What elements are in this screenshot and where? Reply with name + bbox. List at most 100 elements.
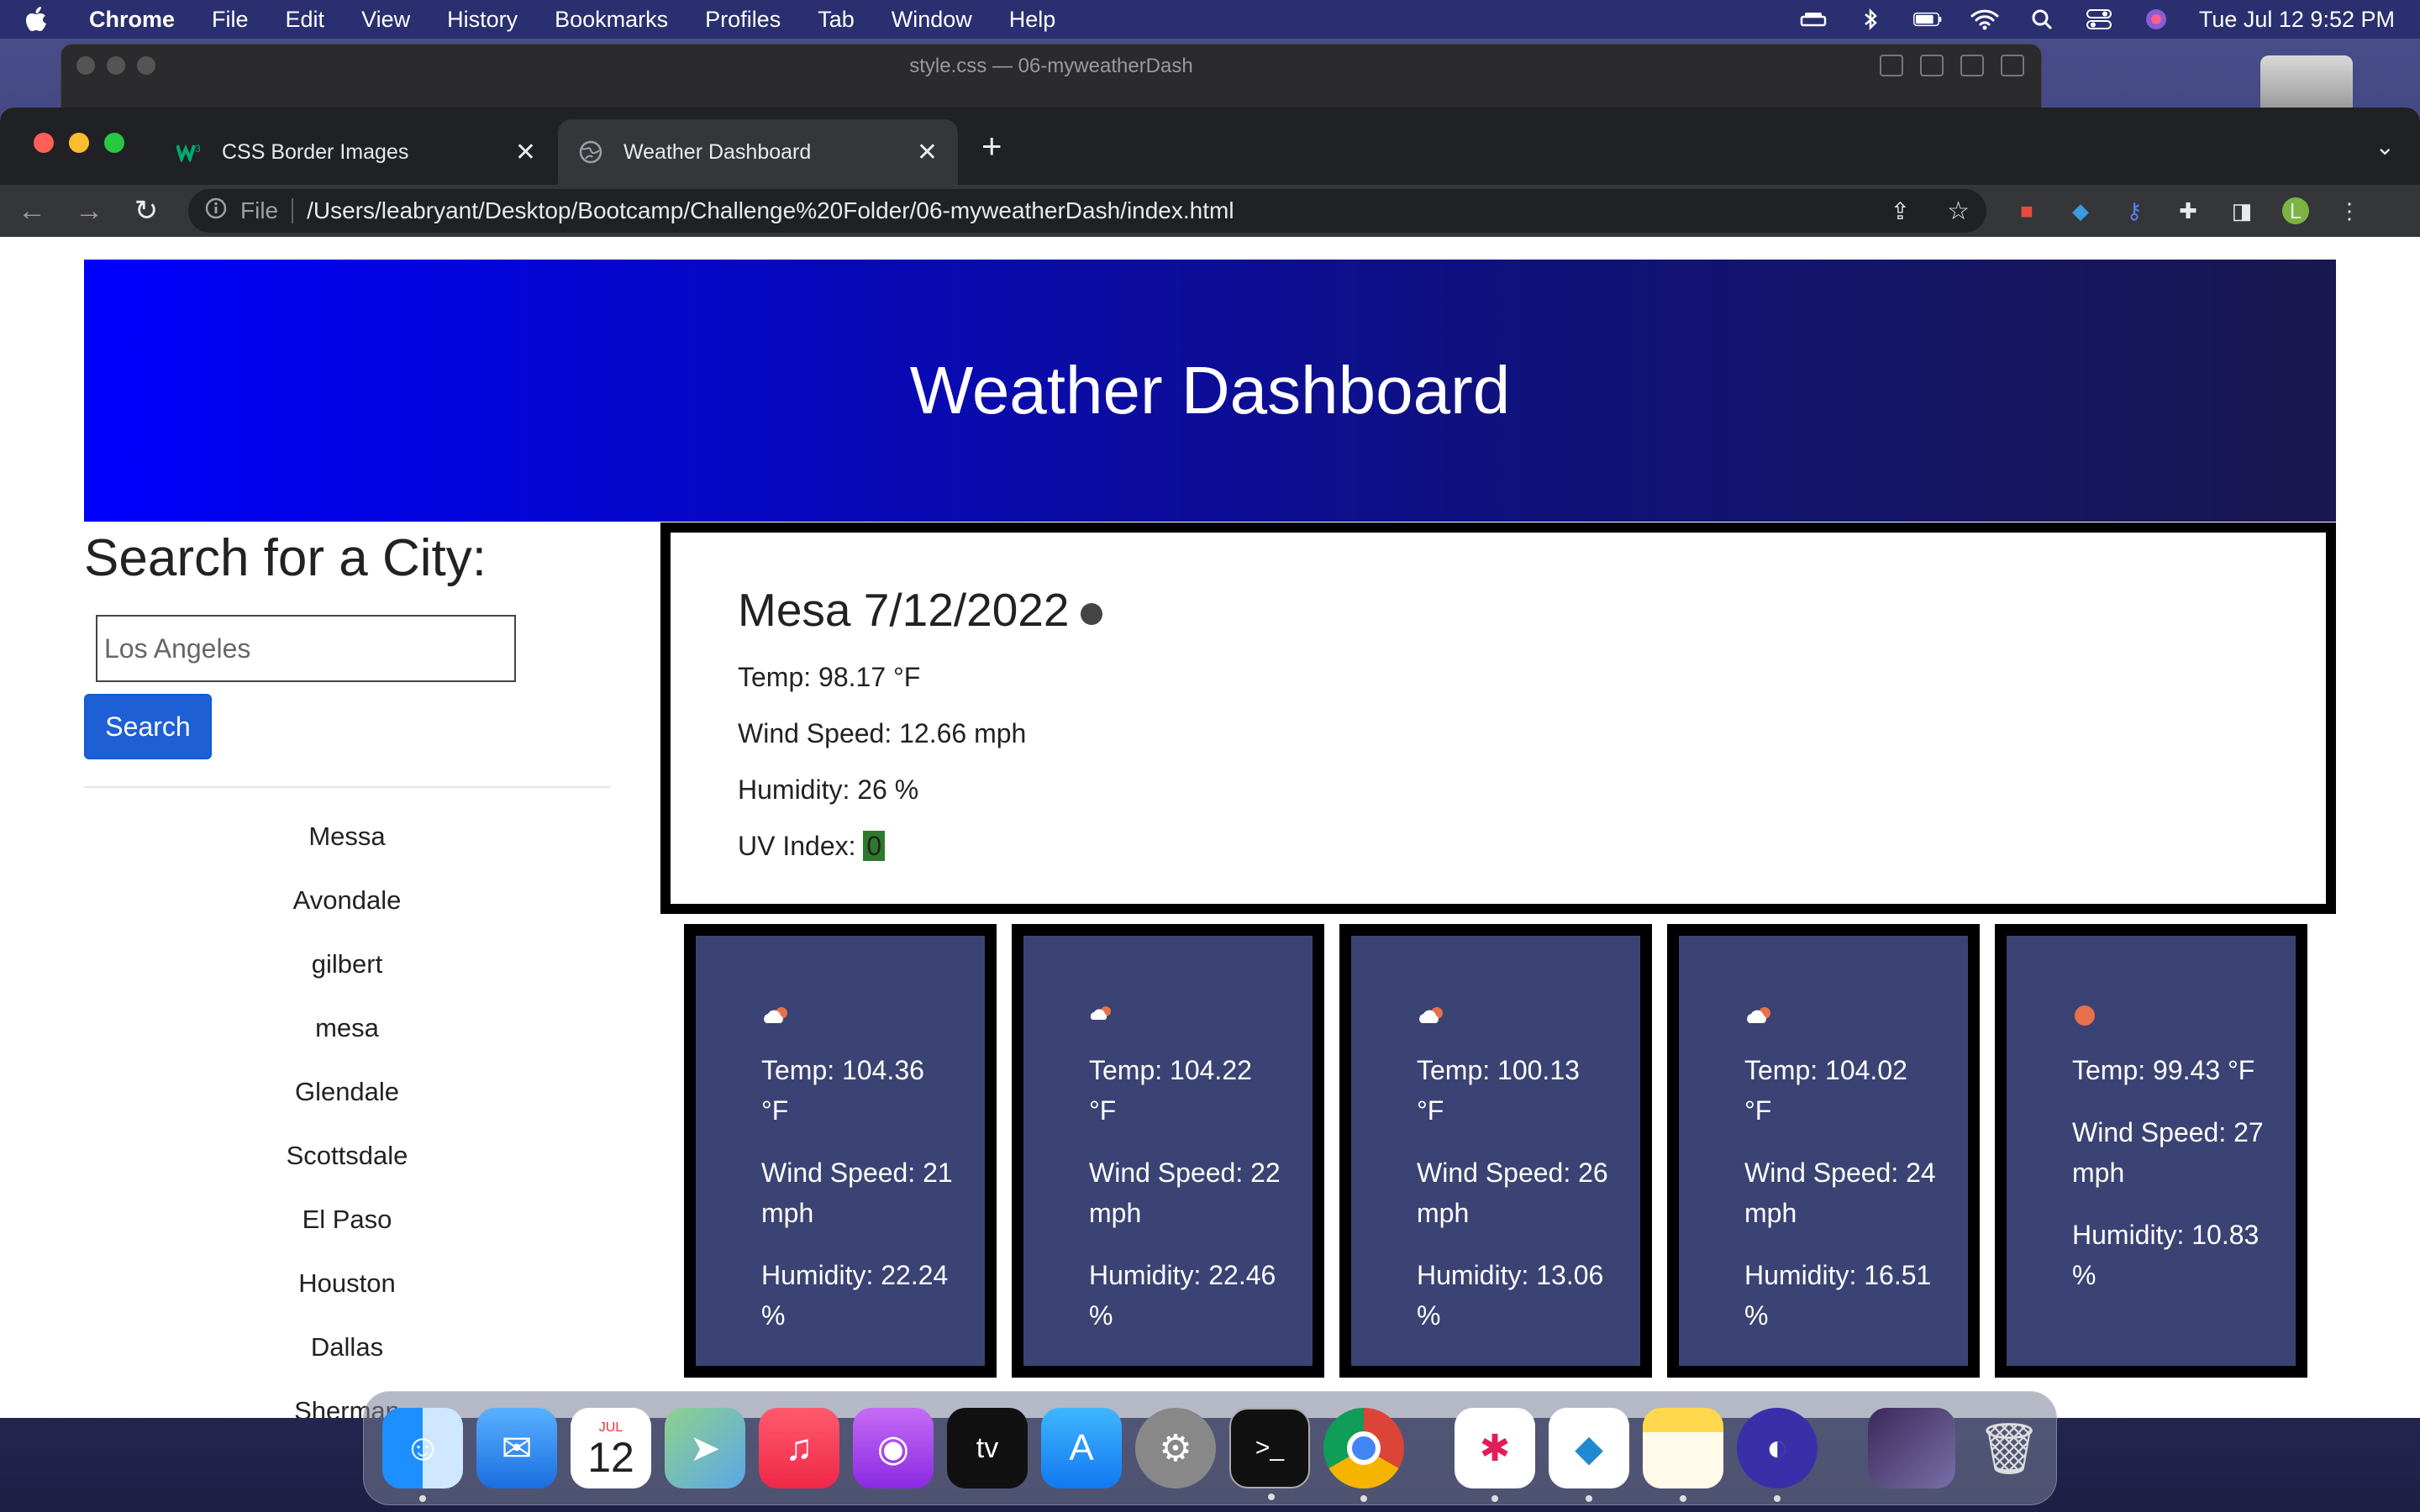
layout-toggle-icons[interactable] [1880, 55, 2024, 76]
uv-index-label: UV Index: [738, 831, 856, 861]
current-uv-row: UV Index: 0 [738, 831, 2326, 862]
menu-help[interactable]: Help [1009, 7, 1056, 33]
page-title: Weather Dashboard [909, 353, 1511, 428]
info-icon[interactable] [205, 197, 227, 225]
close-tab-icon[interactable]: ✕ [917, 138, 938, 167]
back-arrow-icon[interactable]: ← [17, 195, 47, 228]
apple-logo-icon[interactable] [25, 7, 50, 32]
current-temp: Temp: 98.17 °F [738, 662, 921, 692]
bluetooth-icon[interactable] [1856, 8, 1885, 31]
svg-text:3: 3 [195, 143, 201, 155]
search-sidebar: Search for a City: Search Messa Avondale… [84, 522, 610, 1418]
current-weather-card: Mesa 7/12/2022 Temp: 98.17 °F Wind Speed… [660, 522, 2336, 914]
macos-dock: ☺ ✉ JUL 12 ➤ ♫ ◉ tv A ⚙ >_ ✱ ◆ ◐ 🗑 [363, 1391, 2057, 1505]
five-day-forecast: Temp: 104.36 °F Wind Speed: 21 mph Humid… [684, 924, 2307, 1378]
trash-icon[interactable]: 🗑 [1969, 1408, 2049, 1488]
profile-avatar[interactable]: L [2282, 197, 2309, 224]
terminal-icon[interactable]: >_ [1229, 1408, 1310, 1500]
app-store-icon[interactable]: A [1041, 1408, 1122, 1488]
forecast-temp: Temp: 104.22 °F [1089, 1055, 1252, 1126]
forecast-card: Temp: 100.13 °F Wind Speed: 26 mph Humid… [1339, 924, 1652, 1378]
finder-icon[interactable]: ☺ [382, 1408, 463, 1502]
extensions-puzzle-icon[interactable]: ✚ [2175, 197, 2202, 224]
background-editor-window[interactable]: style.css — 06-myweatherDash [60, 44, 2042, 111]
menu-bookmarks[interactable]: Bookmarks [555, 7, 668, 33]
mail-icon[interactable]: ✉ [476, 1408, 557, 1488]
history-item[interactable]: Glendale [84, 1068, 610, 1132]
side-panel-icon[interactable]: ◨ [2228, 197, 2255, 224]
history-item[interactable]: Houston [84, 1260, 610, 1324]
night-owl-icon[interactable]: ◐ [1737, 1408, 1818, 1502]
city-search-input[interactable] [96, 615, 516, 682]
sidebar-divider [84, 786, 610, 788]
partly-cloudy-icon [1089, 1003, 1313, 1028]
menu-view[interactable]: View [361, 7, 410, 33]
notes-icon[interactable] [1643, 1408, 1723, 1502]
history-item[interactable]: Dallas [84, 1324, 610, 1388]
share-icon[interactable]: ⇪ [1891, 197, 1910, 225]
address-divider [292, 198, 294, 223]
spotlight-search-icon[interactable] [2028, 8, 2056, 30]
menu-profiles[interactable]: Profiles [705, 7, 781, 33]
history-item[interactable]: Scottsdale [84, 1132, 610, 1196]
history-item[interactable]: El Paso [84, 1196, 610, 1260]
siri-icon[interactable] [2142, 8, 2170, 30]
tab-css-border-images[interactable]: 3 CSS Border Images ✕ [156, 119, 556, 185]
url-text[interactable]: /Users/leabryant/Desktop/Bootcamp/Challe… [307, 197, 1234, 224]
system-preferences-icon[interactable]: ⚙ [1135, 1408, 1216, 1488]
vscode-extension-icon[interactable]: ◆ [2067, 197, 2094, 224]
battery-icon[interactable] [1912, 8, 1942, 30]
podcasts-icon[interactable]: ◉ [853, 1408, 934, 1488]
wifi-icon[interactable] [1970, 8, 1999, 30]
weather-condition-icon [1081, 603, 1103, 625]
close-tab-icon[interactable]: ✕ [515, 138, 536, 167]
tab-search-chevron-icon[interactable]: ⌄ [2375, 133, 2395, 160]
forecast-card: Temp: 104.22 °F Wind Speed: 22 mph Humid… [1012, 924, 1324, 1378]
calendar-icon[interactable]: JUL 12 [571, 1408, 651, 1488]
reload-icon[interactable]: ↻ [131, 194, 161, 228]
control-center-icon[interactable] [2085, 8, 2113, 30]
bookmark-star-icon[interactable]: ☆ [1947, 197, 1970, 226]
forecast-humidity: Humidity: 22.24 % [761, 1260, 949, 1331]
search-heading: Search for a City: [84, 529, 487, 587]
menu-history[interactable]: History [447, 7, 518, 33]
recent-screenshot-icon[interactable] [1868, 1408, 1955, 1488]
forecast-humidity: Humidity: 13.06 % [1417, 1260, 1604, 1331]
apple-tv-icon[interactable]: tv [947, 1408, 1028, 1488]
forecast-temp: Temp: 104.36 °F [761, 1055, 924, 1126]
menu-edit[interactable]: Edit [286, 7, 325, 33]
slack-icon[interactable]: ✱ [1455, 1408, 1535, 1502]
minimize-window-button[interactable] [69, 133, 89, 153]
history-item[interactable]: Avondale [84, 877, 610, 941]
chrome-icon[interactable] [1323, 1408, 1404, 1502]
history-item[interactable]: mesa [84, 1005, 610, 1068]
zoom-window-button[interactable] [104, 133, 124, 153]
menubar-clock[interactable]: Tue Jul 12 9:52 PM [2199, 7, 2395, 33]
menu-app-name[interactable]: Chrome [89, 7, 175, 33]
forecast-wind: Wind Speed: 21 mph [761, 1158, 953, 1228]
hard-drive-icon[interactable] [2260, 55, 2353, 109]
forward-arrow-icon[interactable]: → [74, 195, 104, 228]
history-item[interactable]: Messa [84, 813, 610, 877]
vscode-icon[interactable]: ◆ [1549, 1408, 1629, 1502]
screen-recorder-extension-icon[interactable]: ■ [2013, 197, 2040, 224]
address-bar[interactable]: File /Users/leabryant/Desktop/Bootcamp/C… [188, 189, 1986, 233]
more-menu-icon[interactable]: ⋮ [2336, 197, 2363, 224]
macos-menu-bar: Chrome File Edit View History Bookmarks … [0, 0, 2420, 39]
search-button[interactable]: Search [84, 694, 212, 759]
music-icon[interactable]: ♫ [759, 1408, 839, 1488]
tab-strip: 3 CSS Border Images ✕ Weather Dashboard … [0, 108, 2420, 185]
history-item[interactable]: gilbert [84, 941, 610, 1005]
menu-window[interactable]: Window [892, 7, 972, 33]
close-window-button[interactable] [34, 133, 54, 153]
forecast-wind: Wind Speed: 26 mph [1417, 1158, 1608, 1228]
maps-icon[interactable]: ➤ [665, 1408, 745, 1488]
tab-weather-dashboard[interactable]: Weather Dashboard ✕ [558, 119, 958, 185]
menu-tab[interactable]: Tab [818, 7, 855, 33]
forecast-humidity: Humidity: 22.46 % [1089, 1260, 1276, 1331]
menu-file[interactable]: File [212, 7, 249, 33]
forecast-humidity: Humidity: 10.83 % [2072, 1220, 2260, 1290]
bed-icon[interactable] [1799, 8, 1828, 30]
new-tab-icon[interactable]: + [981, 129, 1002, 164]
key-extension-icon[interactable]: ⚷ [2121, 197, 2148, 224]
